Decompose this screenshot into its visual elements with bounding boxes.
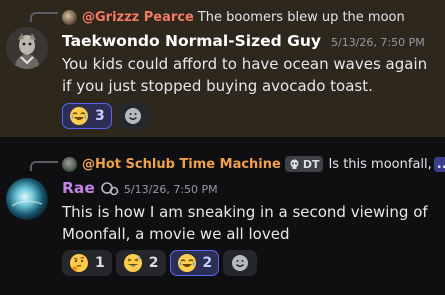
username[interactable]: Rae [62, 179, 95, 197]
message-header: Taekwondo Normal-Sized Guy 5/13/26, 7:50… [62, 32, 425, 50]
tag-badge-text: DT [302, 157, 320, 171]
reply-mention[interactable]: @Hot Schlub Time Machine [82, 157, 281, 172]
message-2: @Hot Schlub Time Machine DT Is this moon… [0, 152, 445, 295]
avatar[interactable] [6, 27, 48, 69]
reply-preview[interactable]: @Grizzz Pearce The boomers blew up the m… [62, 7, 405, 27]
skull-icon [290, 159, 299, 169]
reactions-bar: 1 2 2 [62, 250, 258, 276]
reply-connector [30, 12, 58, 22]
reaction-joy[interactable]: 2 [169, 250, 220, 276]
reply-text: Is this moonfall, [328, 156, 432, 172]
reply-avatar [62, 9, 77, 25]
message-body: This is how I am sneaking in a second vi… [62, 203, 428, 243]
reply-connector [30, 161, 58, 171]
role-icon [101, 182, 119, 196]
reaction-count: 2 [148, 255, 159, 271]
reaction-count: 3 [95, 108, 105, 124]
reply-preview[interactable]: @Hot Schlub Time Machine DT Is this moon… [62, 154, 445, 174]
joy-emoji-icon [70, 107, 88, 125]
timestamp: 5/13/26, 7:50 PM [330, 36, 425, 49]
tag-badge: DT [284, 156, 324, 172]
add-reaction-button[interactable] [223, 250, 258, 276]
reaction-count: 2 [202, 255, 213, 271]
reaction-thinking[interactable]: 1 [62, 250, 112, 276]
username[interactable]: Taekwondo Normal-Sized Guy [62, 32, 321, 50]
reply-overflow: ... [433, 156, 445, 172]
add-reaction-icon [232, 255, 249, 271]
joy-emoji-icon [177, 254, 196, 272]
add-reaction-icon [124, 108, 141, 124]
message-1: @Grizzz Pearce The boomers blew up the m… [0, 0, 445, 137]
message-header: Rae 5/13/26, 7:50 PM [62, 179, 218, 197]
thinking-emoji-icon [70, 254, 88, 272]
reaction-joy[interactable]: 3 [62, 103, 112, 129]
timestamp: 5/13/26, 7:50 PM [123, 183, 218, 196]
reactions-bar: 3 [62, 103, 150, 129]
avatar[interactable] [6, 178, 48, 220]
add-reaction-button[interactable] [115, 103, 150, 129]
message-body: You kids could afford to have ocean wave… [62, 55, 428, 95]
reply-text: The boomers blew up the moon [197, 9, 405, 25]
reaction-count: 1 [95, 255, 105, 271]
reply-avatar [62, 156, 77, 172]
reply-mention[interactable]: @Grizzz Pearce [82, 10, 194, 25]
reaction-grin-sweat[interactable]: 2 [115, 250, 166, 276]
grin-sweat-emoji-icon [123, 254, 142, 272]
